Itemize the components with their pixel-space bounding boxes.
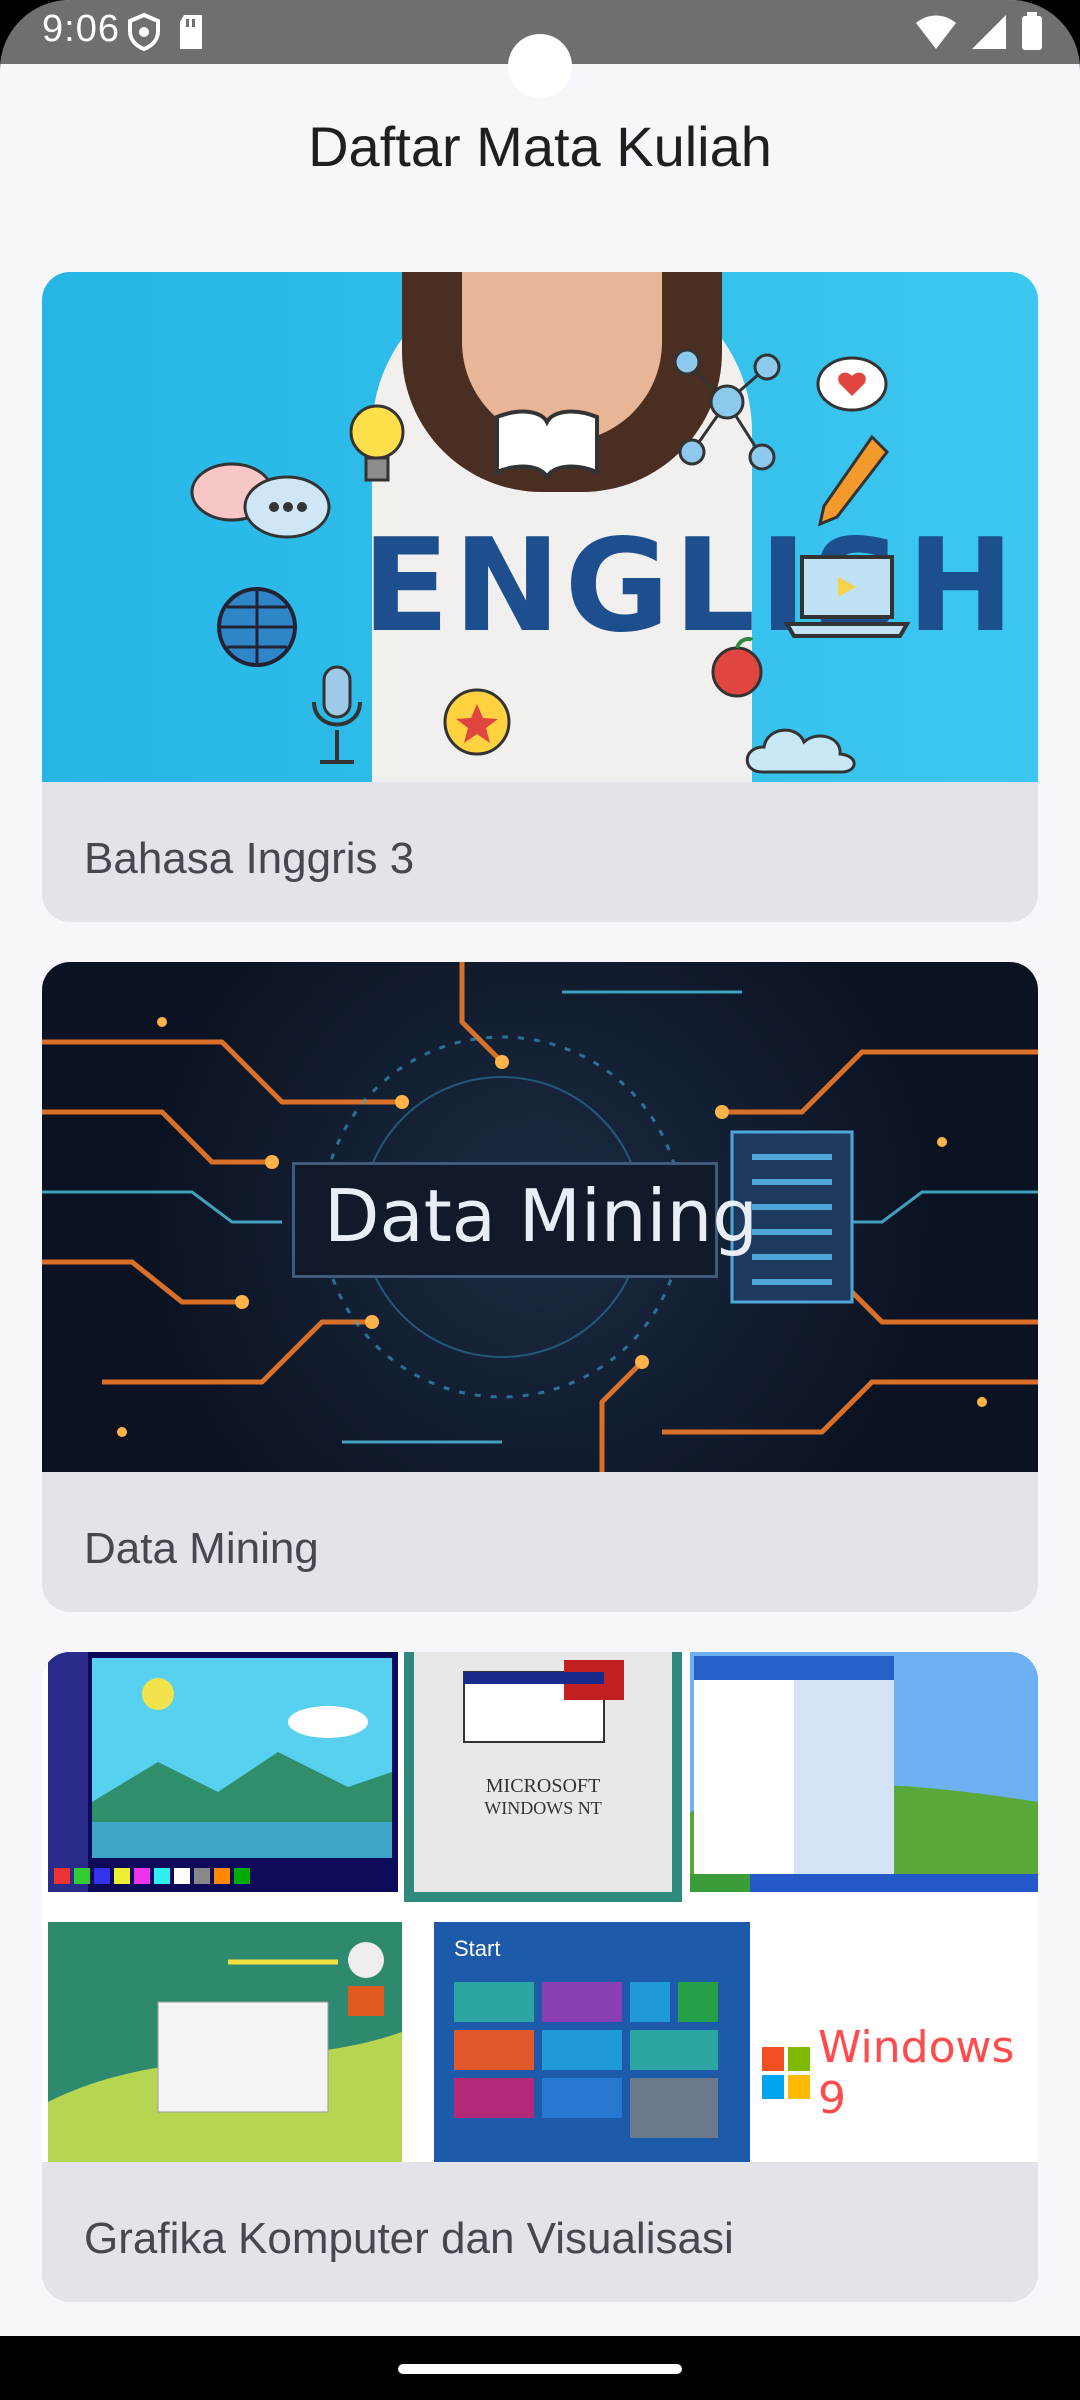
course-name: Data Mining	[84, 1524, 319, 1573]
course-card-grafika-komputer[interactable]: MICROSOFT WINDOWS NT Start Windows 9 Gra…	[42, 1652, 1038, 2302]
status-right-icons	[914, 12, 1044, 52]
cloud-icon	[745, 728, 856, 774]
status-left-icons	[126, 12, 206, 52]
network-icon	[673, 348, 781, 471]
page-title: Daftar Mata Kuliah	[308, 115, 772, 178]
battery-icon	[1022, 12, 1042, 50]
data-mining-banner-text: Data Mining	[324, 1174, 758, 1258]
course-card-bahasa-inggris[interactable]: ENGLISH Bahasa Inggris 3	[42, 272, 1038, 922]
course-image-data-mining: Data Mining	[42, 962, 1038, 1472]
home-gesture-handle[interactable]	[398, 2364, 682, 2374]
windows-flag-icon	[762, 2047, 810, 2099]
svg-text:Start: Start	[454, 1936, 500, 1961]
medal-icon	[443, 688, 511, 756]
phone-screen: 9:06 Daftar Mata Kuliah ENGLISH Bahasa I…	[0, 0, 1080, 2400]
course-name: Grafika Komputer dan Visualisasi	[84, 2214, 734, 2263]
sd-card-icon	[180, 15, 202, 49]
microphone-icon	[312, 665, 362, 764]
windows-7-tile	[48, 1922, 402, 2162]
shield-icon	[128, 12, 160, 52]
laptop-icon	[783, 555, 911, 638]
svg-text:WINDOWS NT: WINDOWS NT	[484, 1798, 601, 1818]
lightbulb-icon	[349, 404, 405, 482]
course-name: Bahasa Inggris 3	[84, 834, 415, 883]
speech-bubbles-icon	[190, 462, 331, 539]
pencil-icon	[817, 434, 889, 527]
book-icon	[495, 409, 599, 482]
windows-9-logo: Windows 9	[762, 2022, 1038, 2124]
windows-9-text: Windows 9	[817, 2022, 1015, 2124]
signal-icon	[972, 15, 1006, 49]
course-image-windows-collage: MICROSOFT WINDOWS NT Start Windows 9	[42, 1652, 1038, 2162]
course-image-english: ENGLISH	[42, 272, 1038, 782]
paint-screenshot-tile	[48, 1652, 398, 1892]
windows-8-tile: Start	[434, 1922, 750, 2162]
course-card-data-mining[interactable]: Data Mining Data Mining	[42, 962, 1038, 1612]
status-time: 9:06	[42, 8, 120, 50]
svg-text:MICROSOFT: MICROSOFT	[486, 1775, 600, 1797]
apple-icon	[711, 637, 763, 698]
front-camera-cutout	[508, 34, 572, 98]
heart-bubble-icon	[816, 356, 888, 412]
course-list[interactable]: ENGLISH Bahasa Inggris 3 Data Mining Dat…	[42, 272, 1038, 2342]
english-word-art: ENGLISH	[362, 512, 1019, 661]
windows-nt-box-tile: MICROSOFT WINDOWS NT	[404, 1652, 682, 1902]
windows-xp-tile	[690, 1652, 1038, 1892]
globe-icon	[217, 587, 297, 667]
navigation-bar	[0, 2336, 1080, 2400]
wifi-icon	[916, 15, 956, 49]
